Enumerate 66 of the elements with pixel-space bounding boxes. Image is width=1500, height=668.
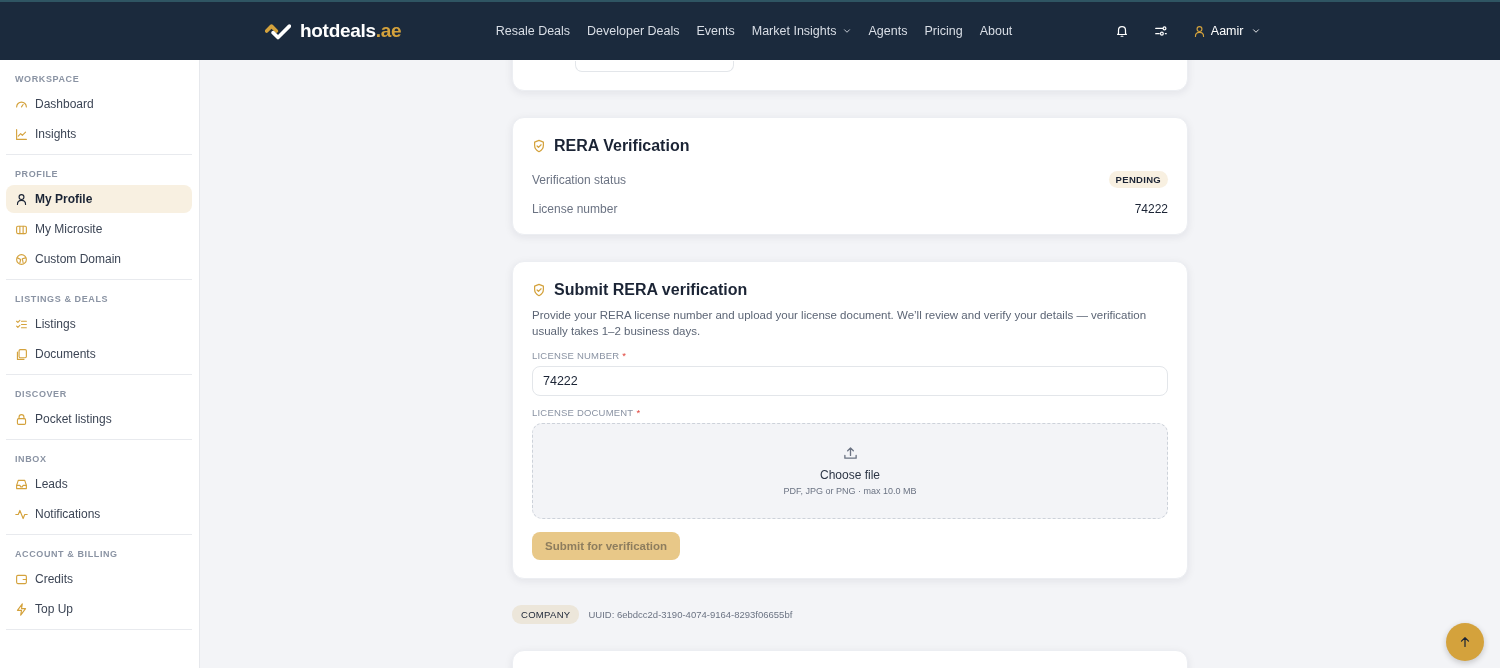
choose-file-label[interactable]: Choose file [819,468,880,482]
field-value: 74222 [1134,202,1168,216]
sidebar-item[interactable]: Credits [6,565,192,593]
pulse-icon [15,507,28,521]
uuid-text: UUID: 6ebdcc2d-3190-4074-9164-8293f06655bf [588,609,793,620]
section-heading: LISTINGS & DEALS [14,293,110,306]
status-badge: PENDING [1108,171,1168,188]
license-number-field[interactable]: 74222 [532,366,1168,396]
user-menu[interactable]: Aamir [1192,24,1262,38]
nav-link[interactable]: About [971,24,1021,38]
sliders-icon [1153,24,1168,38]
chevron-down-icon [1251,26,1262,36]
section-heading: INBOX [14,453,48,466]
section-heading: PROFILE [14,168,60,181]
notifications-button[interactable] [1114,24,1129,38]
nav-link[interactable]: Market Insights [743,24,860,38]
bell-icon [1114,24,1129,38]
shield-check-icon [532,283,546,297]
inbox-icon [15,477,28,491]
lightning-icon [15,602,28,616]
nav-link[interactable]: Events [688,24,744,38]
required-mark: * [636,407,641,418]
card-title: Submit RERA verification [554,281,748,299]
card-title: RERA Verification [554,137,690,155]
wallet-icon [15,572,28,586]
checklist-icon [15,317,28,331]
sidebar-item[interactable]: My Profile [6,185,192,213]
field-label: License number [532,202,618,216]
sidebar-item[interactable]: Listings [6,310,192,338]
sidebar-item[interactable]: My Microsite [6,215,192,243]
company-tag: COMPANY [512,605,580,624]
nav-link[interactable]: Resale Deals [487,24,579,38]
logo-text[interactable]: hotdeals.ae [300,20,402,42]
line-chart-icon [15,127,28,141]
field-label: LICENSE DOCUMENT [532,407,634,418]
sidebar-item[interactable]: Leads [6,470,192,498]
file-drop-zone[interactable]: Choose file PDF, JPG or PNG · max 10.0 MB [532,423,1168,519]
lock-icon [15,412,28,426]
field-label: LICENSE NUMBER [532,350,620,361]
sidebar-item[interactable]: Pocket listings [6,405,192,433]
chevron-down-icon [841,26,852,36]
required-mark: * [622,350,627,361]
person-icon [15,192,28,206]
description-text: Provide your RERA license number and upload your license document. We’ll review and verify your details — verification usually takes 1–2 business days. [532,308,1148,339]
section-heading: DISCOVER [14,388,68,401]
sidebar-item[interactable]: Custom Domain [6,245,192,273]
sidebar-item[interactable]: Documents [6,340,192,368]
upload-icon [842,446,858,461]
person-icon [1192,24,1206,38]
shield-check-icon [532,139,546,153]
sidebar-item[interactable]: Dashboard [6,90,192,118]
arrow-up-icon [1458,635,1472,649]
section-heading: WORKSPACE [14,73,81,86]
nav-link[interactable]: Agents [860,24,916,38]
sidebar-item[interactable]: Top Up [6,595,192,623]
sidebar-item[interactable]: Insights [6,120,192,148]
section-heading: ACCOUNT & BILLING [14,548,119,561]
sidebar-item[interactable]: Notifications [6,500,192,528]
globe-icon [15,252,28,266]
file-hint: PDF, JPG or PNG · max 10.0 MB [783,486,917,496]
documents-icon [15,347,28,361]
nav-link[interactable]: Developer Deals [578,24,688,38]
nav-link[interactable]: Pricing [915,24,972,38]
settings-button[interactable] [1153,24,1168,38]
scroll-to-top-button[interactable] [1446,623,1484,661]
field-label: Verification status [532,172,627,187]
